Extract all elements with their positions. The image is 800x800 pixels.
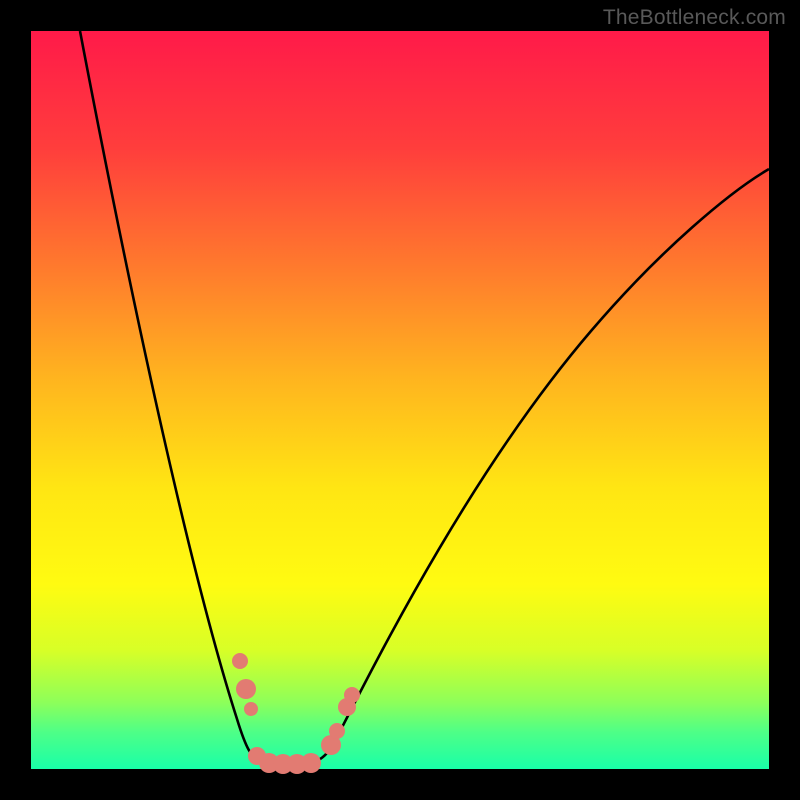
watermark-text: TheBottleneck.com	[603, 6, 786, 30]
data-marker	[244, 702, 258, 716]
data-marker	[301, 753, 321, 773]
bottleneck-curve-plot	[31, 31, 769, 769]
data-marker	[236, 679, 256, 699]
data-marker	[344, 687, 360, 703]
curve-right	[299, 169, 769, 764]
data-marker	[232, 653, 248, 669]
data-marker	[329, 723, 345, 739]
markers-group	[232, 653, 360, 774]
curve-left	[80, 31, 299, 764]
